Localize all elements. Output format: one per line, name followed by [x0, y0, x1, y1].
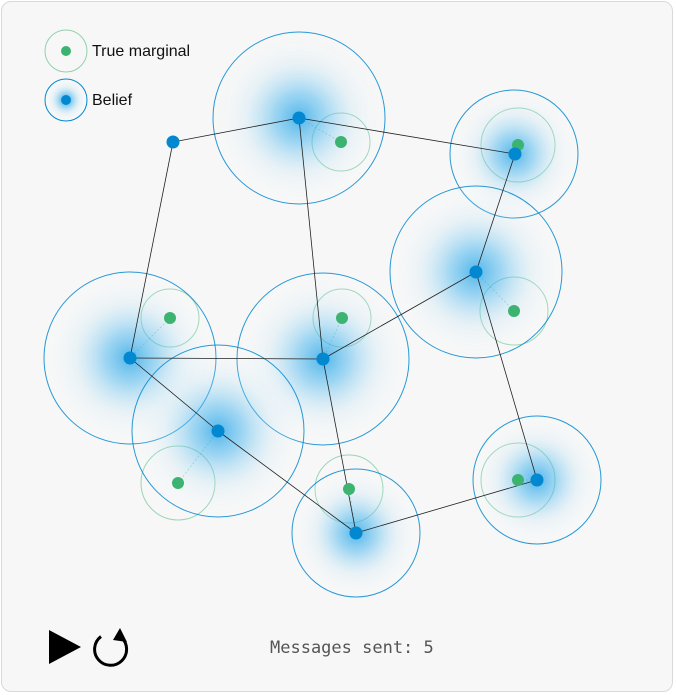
- true-marginal-point: [335, 136, 347, 148]
- belief-node: [508, 147, 522, 161]
- belief-node: [166, 135, 180, 149]
- true-marginal-point: [172, 477, 184, 489]
- true-marginal-point: [343, 483, 355, 495]
- belief-node: [292, 111, 306, 125]
- belief-node: [316, 352, 330, 366]
- belief-node: [469, 265, 483, 279]
- belief-node: [349, 526, 363, 540]
- play-icon: [49, 630, 81, 664]
- canvas-panel: True marginal Belief Messages sent: 5: [1, 1, 673, 692]
- true-marginal-point: [508, 305, 520, 317]
- belief-node: [211, 424, 225, 438]
- messages-counter: Messages sent: 5: [270, 638, 434, 658]
- true-marginal-point: [336, 312, 348, 324]
- belief-node: [530, 473, 544, 487]
- play-button[interactable]: [49, 630, 81, 664]
- messages-count: 5: [423, 638, 434, 658]
- messages-label: Messages sent:: [270, 638, 414, 658]
- reset-arrowhead: [113, 628, 127, 642]
- true-marginal-point: [164, 312, 176, 324]
- legend-belief-icon: [44, 78, 88, 122]
- legend-true-marginal-label: True marginal: [92, 43, 191, 60]
- legend-true-marginal-icon: [44, 29, 88, 73]
- legend-belief-label: Belief: [92, 92, 133, 109]
- true-marginal-point: [512, 474, 524, 486]
- reset-button[interactable]: [93, 628, 129, 667]
- belief-node: [123, 351, 137, 365]
